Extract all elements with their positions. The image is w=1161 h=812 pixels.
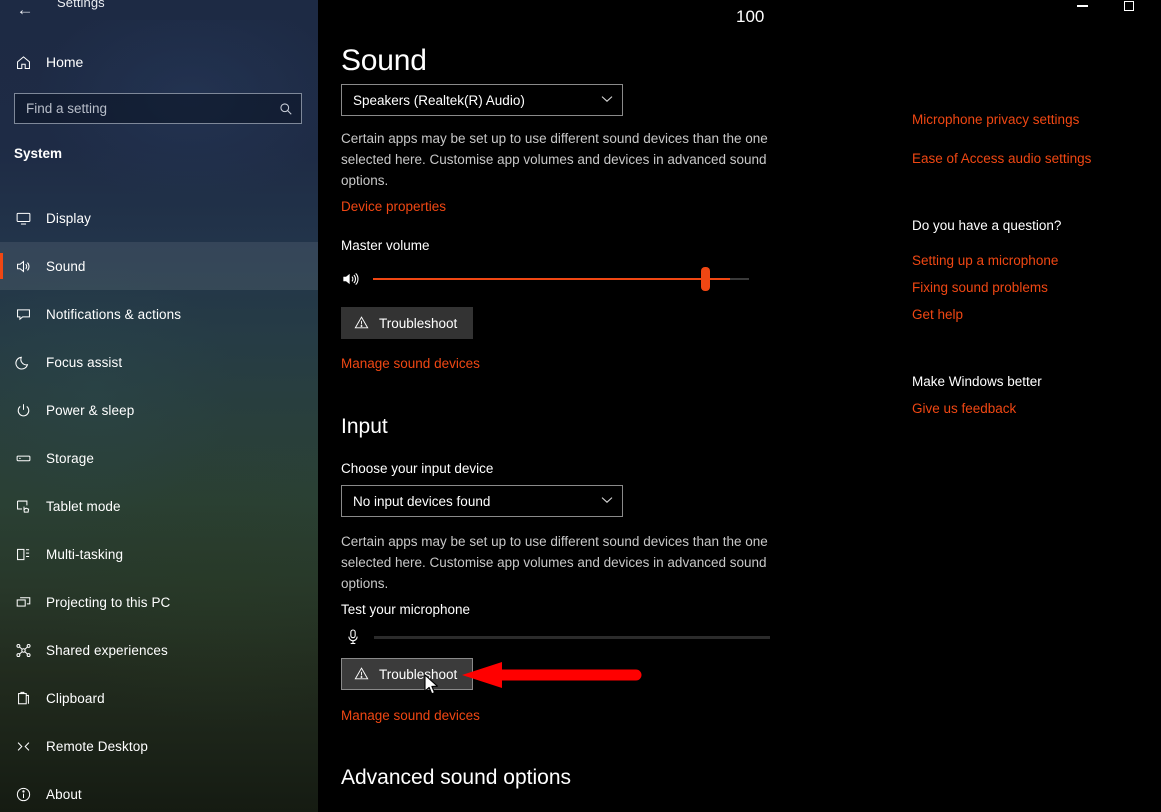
sidebar-item-home-label: Home [46, 54, 84, 70]
advanced-sound-options-heading: Advanced sound options [341, 766, 572, 789]
sidebar: Home System Display [0, 0, 318, 812]
remote-desktop-icon [0, 738, 46, 755]
output-device-value: Speakers (Realtek(R) Audio) [353, 92, 525, 108]
sidebar-item-sound-label: Sound [46, 258, 86, 274]
info-icon [0, 786, 46, 803]
page-title: Sound [341, 44, 427, 77]
sidebar-item-notifications-label: Notifications & actions [46, 306, 182, 322]
sidebar-item-clipboard[interactable]: Clipboard [0, 674, 318, 722]
output-troubleshoot-button[interactable]: Troubleshoot [341, 307, 474, 339]
question-heading: Do you have a question? [912, 218, 1062, 233]
input-troubleshoot-label: Troubleshoot [379, 666, 458, 682]
sidebar-item-projecting[interactable]: Projecting to this PC [0, 578, 318, 626]
clipboard-icon [0, 690, 46, 707]
monitor-icon [0, 210, 46, 227]
chevron-down-icon [592, 495, 622, 507]
annotation-arrow-icon [462, 662, 642, 688]
warning-triangle-icon [354, 666, 369, 683]
minimize-icon [1076, 5, 1088, 7]
get-help-link[interactable]: Get help [912, 307, 963, 322]
minimize-button[interactable] [1059, 0, 1105, 20]
device-properties-link[interactable]: Device properties [341, 199, 446, 214]
give-us-feedback-link[interactable]: Give us feedback [912, 401, 1016, 416]
microphone-level-meter [341, 625, 791, 649]
multitask-icon [0, 546, 46, 563]
microphone-level-track [374, 636, 770, 639]
sidebar-item-focus-assist-label: Focus assist [46, 354, 123, 370]
sidebar-item-display[interactable]: Display [0, 194, 318, 242]
sidebar-item-focus-assist[interactable]: Focus assist [0, 338, 318, 386]
make-windows-better-heading: Make Windows better [912, 374, 1042, 389]
power-icon [0, 402, 46, 419]
sidebar-item-storage[interactable]: Storage [0, 434, 318, 482]
back-arrow-icon[interactable]: ← [12, 0, 38, 22]
moon-icon [0, 354, 46, 371]
sidebar-item-about[interactable]: About [0, 770, 318, 812]
main-content: Sound Speakers (Realtek(R) Audio) Certai… [318, 0, 1161, 812]
warning-triangle-icon [354, 315, 369, 332]
input-device-value: No input devices found [353, 493, 491, 509]
mouse-pointer-icon [424, 674, 438, 695]
title-bar-left-region [0, 0, 318, 20]
maximize-icon [1124, 1, 1134, 11]
input-description: Certain apps may be set up to use differ… [341, 534, 768, 591]
chevron-down-icon [592, 94, 622, 106]
setting-up-a-microphone-link[interactable]: Setting up a microphone [912, 253, 1058, 268]
drive-icon [0, 450, 46, 467]
input-manage-sound-devices-link[interactable]: Manage sound devices [341, 708, 480, 723]
sidebar-item-sound[interactable]: Sound [0, 242, 318, 290]
sidebar-item-shared-experiences-label: Shared experiences [46, 642, 168, 658]
speaker-icon [0, 258, 46, 275]
search-box[interactable] [14, 93, 302, 124]
sidebar-item-remote-desktop[interactable]: Remote Desktop [0, 722, 318, 770]
sidebar-item-power-sleep[interactable]: Power & sleep [0, 386, 318, 434]
master-volume-label: Master volume [341, 238, 430, 253]
sidebar-item-power-sleep-label: Power & sleep [46, 402, 135, 418]
output-troubleshoot-label: Troubleshoot [379, 315, 458, 331]
sidebar-item-home[interactable]: Home [0, 46, 318, 78]
sidebar-item-tablet-mode[interactable]: Tablet mode [0, 482, 318, 530]
sidebar-item-tablet-mode-label: Tablet mode [46, 498, 121, 514]
ease-of-access-audio-settings-link[interactable]: Ease of Access audio settings [912, 151, 1091, 166]
selected-indicator [0, 253, 3, 279]
app-title: Settings [57, 0, 105, 10]
volume-fill [373, 278, 730, 280]
home-icon [0, 54, 46, 71]
sidebar-item-shared-experiences[interactable]: Shared experiences [0, 626, 318, 674]
master-volume-slider[interactable] [341, 262, 781, 296]
choose-input-device-label: Choose your input device [341, 461, 494, 476]
speaker-volume-icon [341, 268, 365, 290]
output-description: Certain apps may be set up to use differ… [341, 131, 768, 188]
maximize-button[interactable] [1106, 0, 1152, 20]
sidebar-item-about-label: About [46, 786, 82, 802]
share-nodes-icon [0, 642, 46, 659]
sidebar-item-multitasking-label: Multi-tasking [46, 546, 124, 562]
sidebar-nav-list: Display Sound Notifications & actions Fo… [0, 194, 318, 812]
sidebar-item-clipboard-label: Clipboard [46, 690, 105, 706]
fixing-sound-problems-link[interactable]: Fixing sound problems [912, 280, 1048, 295]
tablet-hand-icon [0, 498, 46, 515]
output-device-dropdown[interactable]: Speakers (Realtek(R) Audio) [341, 84, 623, 116]
sidebar-item-notifications[interactable]: Notifications & actions [0, 290, 318, 338]
sidebar-item-storage-label: Storage [46, 450, 94, 466]
microphone-icon [343, 625, 363, 649]
sidebar-item-remote-desktop-label: Remote Desktop [46, 738, 148, 754]
input-troubleshoot-button[interactable]: Troubleshoot [341, 658, 474, 690]
sidebar-item-multitasking[interactable]: Multi-tasking [0, 530, 318, 578]
input-device-dropdown[interactable]: No input devices found [341, 485, 623, 517]
title-bar: ← Settings [0, 0, 1161, 20]
test-microphone-label: Test your microphone [341, 602, 471, 617]
volume-thumb[interactable] [701, 267, 710, 291]
search-input[interactable] [15, 101, 271, 116]
sidebar-group-title: System [14, 146, 63, 161]
chat-bubble-icon [0, 306, 46, 323]
sidebar-item-projecting-label: Projecting to this PC [46, 594, 171, 610]
sidebar-item-display-label: Display [46, 210, 91, 226]
output-manage-sound-devices-link[interactable]: Manage sound devices [341, 356, 480, 371]
input-section-heading: Input [341, 415, 388, 438]
microphone-privacy-settings-link[interactable]: Microphone privacy settings [912, 112, 1079, 127]
search-icon [271, 102, 301, 116]
project-icon [0, 594, 46, 611]
